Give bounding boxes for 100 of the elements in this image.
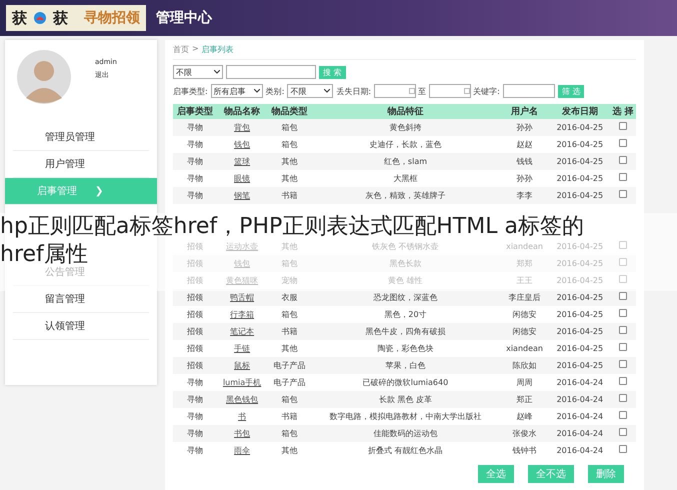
table-cell: 李庄皇后 <box>508 293 541 302</box>
table-cell: 箱包 <box>281 140 298 149</box>
item-link[interactable]: 笔记本 <box>230 327 254 336</box>
table-cell: 其他 <box>281 446 298 455</box>
item-link[interactable]: 书包 <box>234 429 250 438</box>
table-cell: 陶瓷，彩色色块 <box>377 344 434 353</box>
row-checkbox[interactable] <box>619 190 628 198</box>
table-cell: 史迪仔，长款，蓝色 <box>369 140 442 149</box>
row-checkbox[interactable] <box>619 258 628 266</box>
category-select[interactable]: 不限 <box>287 84 334 98</box>
column-header: 物品类型 <box>268 104 312 119</box>
table-cell: 红色，slam <box>384 157 428 166</box>
row-checkbox[interactable] <box>619 292 628 300</box>
logo-text: 获 <box>12 8 27 28</box>
table-cell: 2016-04-25 <box>556 191 604 200</box>
table-cell: 2016-04-24 <box>556 378 604 387</box>
scope-select[interactable]: 不限 <box>173 65 223 79</box>
item-link[interactable]: 背包 <box>234 123 250 132</box>
row-checkbox[interactable] <box>619 445 628 453</box>
table-cell: 数字电路，模拟电路教材，中南大学出版社 <box>329 412 482 421</box>
table-cell: 寻物 <box>186 446 203 455</box>
table-cell: 寻物 <box>186 191 203 200</box>
item-link[interactable]: 手链 <box>234 344 250 353</box>
sidebar-item[interactable]: 认领管理 <box>13 313 149 340</box>
keyword-field[interactable] <box>502 84 555 98</box>
table-cell: 招领 <box>186 293 203 302</box>
row-checkbox[interactable] <box>619 139 628 147</box>
row-checkbox[interactable] <box>619 156 628 164</box>
table-cell: 2016-04-25 <box>556 344 604 353</box>
calendar-icon <box>409 88 416 94</box>
row-checkbox[interactable] <box>619 241 628 249</box>
item-link[interactable]: 鼠标 <box>234 361 250 370</box>
table-cell: 苹果，白色 <box>385 361 426 370</box>
table-cell: 2016-04-25 <box>556 259 604 268</box>
row-checkbox[interactable] <box>619 326 628 334</box>
item-link[interactable]: 鸭舌帽 <box>230 293 254 302</box>
item-link[interactable]: 雨伞 <box>234 446 250 455</box>
caption-text: hp正则匹配a标签href，PHP正则表达式匹配HTML a标签的 <box>0 213 584 241</box>
table-cell: 2016-04-25 <box>556 242 604 251</box>
sidebar-item[interactable]: 留言管理 <box>13 286 149 313</box>
date-to-field[interactable] <box>429 84 472 98</box>
item-link[interactable]: lumia手机 <box>222 378 262 387</box>
table-cell: 黄色 雄性 <box>388 276 423 285</box>
date-from-field[interactable] <box>374 84 416 98</box>
breadcrumb-home[interactable]: 首页 <box>173 44 189 55</box>
table-cell: 衣服 <box>281 293 298 302</box>
row-checkbox[interactable] <box>619 173 628 181</box>
row-checkbox[interactable] <box>619 343 628 351</box>
column-header: 启事类型 <box>173 104 217 119</box>
table-cell: 寻物 <box>186 378 203 387</box>
table-cell: xiandean <box>506 242 543 251</box>
category-label: 类别: <box>266 86 284 96</box>
row-checkbox[interactable] <box>619 275 628 283</box>
table-cell: 箱包 <box>281 259 298 268</box>
table-cell: 招领 <box>186 327 203 336</box>
search-field[interactable] <box>226 65 316 79</box>
table-cell: 2016-04-25 <box>556 174 604 183</box>
table-cell: 寻物 <box>186 429 203 438</box>
type-label: 启事类型: <box>173 86 208 96</box>
table-cell: 其他 <box>281 242 298 251</box>
item-link[interactable]: 眼镜 <box>234 174 250 183</box>
column-header: 用户名 <box>500 104 550 119</box>
type-select[interactable]: 所有启事 <box>210 84 263 98</box>
item-link[interactable]: 行李箱 <box>230 310 254 319</box>
table-cell: 寻物 <box>186 157 203 166</box>
row-checkbox[interactable] <box>619 360 628 368</box>
table-cell: 黑色长款 <box>389 259 422 268</box>
table-cell: 箱包 <box>281 123 298 132</box>
table-cell: 2016-04-25 <box>556 276 604 285</box>
column-header: 物品特征 <box>311 104 500 119</box>
item-link[interactable]: 黑色钱包 <box>226 395 258 404</box>
table-cell: 招领 <box>186 361 203 370</box>
table-cell: xiandean <box>506 344 543 353</box>
table-cell: 箱包 <box>281 310 298 319</box>
calendar-icon <box>464 88 470 94</box>
item-link[interactable]: 书 <box>238 412 246 421</box>
table-cell: 2016-04-24 <box>556 446 604 455</box>
row-checkbox[interactable] <box>619 411 628 419</box>
keyword-label: 关键字: <box>473 86 500 96</box>
logo-text: 获 <box>53 8 68 28</box>
item-link[interactable]: 篮球 <box>234 157 250 166</box>
item-link[interactable]: 钱包 <box>234 140 250 149</box>
row-checkbox[interactable] <box>619 394 628 402</box>
table-cell: 赵峰 <box>516 412 533 421</box>
avatar <box>17 50 71 104</box>
date-label: 丢失日期: <box>336 86 372 96</box>
sidebar-item[interactable]: 管理员管理 <box>13 124 149 151</box>
item-link[interactable]: 钢笔 <box>234 191 250 200</box>
row-checkbox[interactable] <box>619 122 628 130</box>
app-title: 管理中心 <box>156 9 212 27</box>
table-cell: 招领 <box>186 310 203 319</box>
column-header: 选 择 <box>610 104 636 119</box>
chevron-icon <box>214 70 220 74</box>
table-cell: 佳能数码的运动包 <box>373 429 438 438</box>
table-cell: 2016-04-25 <box>556 327 604 336</box>
row-checkbox[interactable] <box>619 428 628 436</box>
row-checkbox[interactable] <box>619 309 628 317</box>
table-cell: 孙孙 <box>516 123 533 132</box>
row-checkbox[interactable] <box>619 377 628 385</box>
table-cell: 黑色，20寸 <box>384 310 427 319</box>
